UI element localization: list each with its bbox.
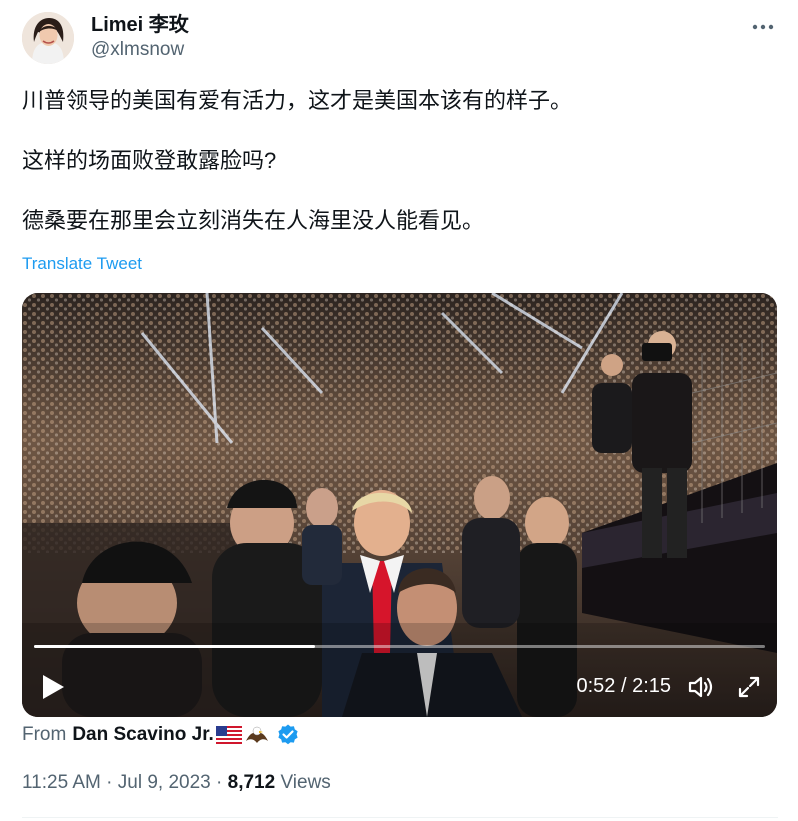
display-name[interactable]: Limei 李玫 bbox=[91, 12, 189, 38]
views-count[interactable]: 8,712 bbox=[228, 772, 276, 793]
eagle-icon bbox=[244, 723, 270, 747]
fullscreen-icon[interactable] bbox=[737, 675, 761, 699]
author-names: Limei 李玫 @xlmsnow bbox=[91, 12, 189, 62]
meta-separator: · bbox=[106, 772, 113, 793]
avatar[interactable] bbox=[22, 12, 74, 64]
tweet-line-2: 这样的场面败登敢露脸吗? bbox=[22, 148, 277, 173]
translate-link[interactable]: Translate Tweet bbox=[22, 254, 142, 274]
progress-fill bbox=[34, 645, 316, 648]
progress-bar[interactable] bbox=[34, 645, 765, 648]
tweet-line-3: 德桑要在那里会立刻消失在人海里没人能看见。 bbox=[22, 208, 485, 233]
tweet-date[interactable]: Jul 9, 2023 bbox=[118, 772, 211, 793]
video-frame bbox=[22, 293, 777, 717]
verified-icon bbox=[276, 723, 300, 747]
tweet-text: 川普领导的美国有爱有活力，这才是美国本该有的样子。 这样的场面败登敢露脸吗? 德… bbox=[22, 86, 778, 236]
us-flag-icon bbox=[215, 726, 242, 744]
more-icon[interactable] bbox=[750, 14, 776, 40]
video-player[interactable]: 0:52 / 2:15 bbox=[22, 293, 777, 717]
source-name[interactable]: Dan Scavino Jr. bbox=[72, 724, 214, 746]
views-label: Views bbox=[280, 772, 331, 793]
from-label: From bbox=[22, 724, 67, 745]
tweet-header: Limei 李玫 @xlmsnow bbox=[22, 10, 778, 70]
meta-separator-2: · bbox=[216, 772, 223, 793]
divider bbox=[22, 817, 778, 818]
play-icon[interactable] bbox=[40, 673, 66, 701]
video-source: From Dan Scavino Jr. bbox=[22, 723, 300, 747]
tweet-line-1: 川普领导的美国有爱有活力，这才是美国本该有的样子。 bbox=[22, 88, 573, 113]
tweet-meta: 11:25 AM · Jul 9, 2023 · 8,712 Views bbox=[22, 772, 331, 794]
handle[interactable]: @xlmsnow bbox=[91, 38, 189, 62]
tweet-time[interactable]: 11:25 AM bbox=[22, 772, 101, 793]
volume-icon[interactable] bbox=[687, 674, 715, 700]
video-time: 0:52 / 2:15 bbox=[576, 675, 671, 697]
